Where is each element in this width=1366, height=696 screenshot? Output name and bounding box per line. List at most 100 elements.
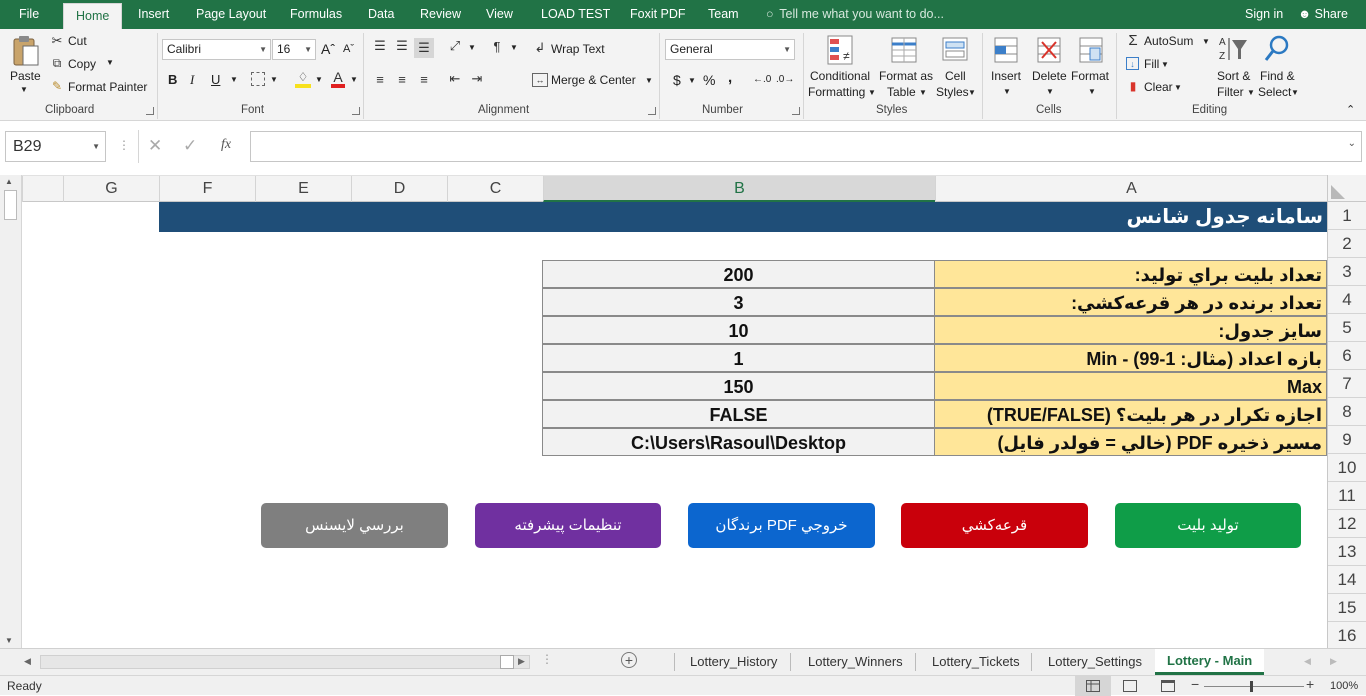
row-header[interactable]: 16 <box>1328 622 1366 650</box>
horizontal-scroll-thumb[interactable] <box>500 655 514 669</box>
currency-button[interactable]: $ <box>673 72 681 88</box>
tab-view[interactable]: View <box>486 0 513 29</box>
format-as-table-dropdown-icon[interactable]: ▼ <box>919 88 927 97</box>
scroll-right-icon[interactable]: ▶ <box>518 656 525 667</box>
number-format-select[interactable]: General ▼ <box>665 39 795 60</box>
format-painter-button[interactable]: Format Painter <box>68 80 147 94</box>
param-value[interactable]: C:\Users\Rasoul\Desktop <box>542 428 935 456</box>
text-direction-icon[interactable]: ¶ <box>489 38 505 54</box>
copy-dropdown-icon[interactable]: ▼ <box>106 58 114 67</box>
draw-lottery-button[interactable]: قرعه‌كشي <box>901 503 1088 548</box>
sort-filter-button[interactable]: Sort & <box>1217 69 1250 83</box>
zoom-slider[interactable] <box>1204 686 1304 687</box>
sort-filter-dropdown-icon[interactable]: ▼ <box>1247 88 1255 97</box>
row-header[interactable]: 4 <box>1328 286 1366 314</box>
decrease-decimal-icon[interactable]: .0→ <box>776 74 794 85</box>
decrease-font-icon[interactable]: Aˇ <box>343 43 354 55</box>
collapse-ribbon-icon[interactable]: ⌃ <box>1346 103 1355 116</box>
param-value[interactable]: 10 <box>542 316 935 344</box>
column-header-blank[interactable] <box>22 176 63 202</box>
number-launcher-icon[interactable] <box>792 107 800 115</box>
align-middle-icon[interactable]: ☰ <box>394 38 410 54</box>
param-label[interactable]: بازه اعداد (مثال: 1-99) - Min <box>934 344 1327 372</box>
tab-team[interactable]: Team <box>708 0 739 29</box>
param-value[interactable]: FALSE <box>542 400 935 428</box>
clipboard-launcher-icon[interactable] <box>146 107 154 115</box>
scroll-up-icon[interactable]: ▲ <box>5 177 13 186</box>
merge-center-dropdown-icon[interactable]: ▼ <box>645 76 653 85</box>
param-value[interactable]: 1 <box>542 344 935 372</box>
scroll-left-icon[interactable]: ◀ <box>24 656 31 667</box>
tab-insert[interactable]: Insert <box>138 0 169 29</box>
comma-button[interactable]: , <box>728 69 732 86</box>
format-cells-dropdown-icon[interactable]: ▼ <box>1088 87 1096 96</box>
tabs-split-grip-icon[interactable]: ⋮ <box>541 652 553 666</box>
column-header-d[interactable]: D <box>351 176 447 202</box>
name-box-dropdown-icon[interactable]: ▼ <box>92 132 100 161</box>
expand-formula-bar-icon[interactable]: ⌄ <box>1348 138 1356 149</box>
cell-styles-button[interactable]: Cell <box>945 69 966 83</box>
row-header[interactable]: 15 <box>1328 594 1366 622</box>
borders-dropdown-icon[interactable]: ▼ <box>270 75 278 84</box>
fill-dropdown-icon[interactable]: ▼ <box>1161 60 1169 69</box>
worksheet-grid[interactable]: سامانه جدول شانس تعداد بليت براي توليد: 2… <box>22 202 1327 648</box>
find-select-dropdown-icon[interactable]: ▼ <box>1291 88 1299 97</box>
underline-dropdown-icon[interactable]: ▼ <box>230 75 238 84</box>
formula-input[interactable]: ⌄ <box>250 131 1362 162</box>
tab-home[interactable]: Home <box>63 3 123 29</box>
file-tab[interactable]: File <box>19 0 39 29</box>
advanced-settings-button[interactable]: تنظيمات پيشرفته <box>475 503 661 548</box>
row-header[interactable]: 9 <box>1328 426 1366 454</box>
clear-button[interactable]: Clear <box>1144 80 1173 94</box>
alignment-launcher-icon[interactable] <box>648 107 656 115</box>
align-right-icon[interactable]: ≡ <box>416 71 432 87</box>
column-header-c[interactable]: C <box>447 176 543 202</box>
align-bottom-icon[interactable]: ☰ <box>414 38 434 58</box>
tab-page-layout[interactable]: Page Layout <box>196 0 266 29</box>
align-top-icon[interactable]: ☰ <box>372 38 388 54</box>
row-header[interactable]: 10 <box>1328 454 1366 482</box>
param-label[interactable]: اجازه تكرار در هر بليت؟ (TRUE/FALSE) <box>934 400 1327 428</box>
tab-foxit-pdf[interactable]: Foxit PDF <box>630 0 686 29</box>
delete-cells-dropdown-icon[interactable]: ▼ <box>1046 87 1054 96</box>
zoom-out-icon[interactable]: − <box>1191 676 1199 692</box>
param-value[interactable]: 3 <box>542 288 935 316</box>
align-center-icon[interactable]: ≡ <box>394 71 410 87</box>
fill-color-dropdown-icon[interactable]: ▼ <box>315 75 323 84</box>
param-label[interactable]: Max <box>934 372 1327 400</box>
new-sheet-icon[interactable]: + <box>621 652 637 668</box>
param-value[interactable]: 200 <box>542 260 935 288</box>
column-header-e[interactable]: E <box>255 176 351 202</box>
currency-dropdown-icon[interactable]: ▼ <box>688 76 696 85</box>
insert-cells-dropdown-icon[interactable]: ▼ <box>1003 87 1011 96</box>
percent-button[interactable]: % <box>703 72 715 88</box>
paste-icon[interactable] <box>10 33 42 69</box>
tab-load-test[interactable]: LOAD TEST <box>541 0 610 29</box>
tell-me-search[interactable]: ○ Tell me what you want to do... <box>766 0 944 29</box>
sheet-tab-history[interactable]: Lottery_History <box>690 649 777 675</box>
cancel-entry-icon[interactable]: ✕ <box>148 136 162 156</box>
param-label[interactable]: تعداد بليت براي توليد: <box>934 260 1327 288</box>
column-header-b[interactable]: B <box>543 176 935 202</box>
bold-button[interactable]: B <box>168 72 177 87</box>
conditional-formatting-button[interactable]: Conditional <box>810 69 870 83</box>
normal-view-icon[interactable] <box>1075 676 1111 696</box>
autosum-dropdown-icon[interactable]: ▼ <box>1202 37 1210 46</box>
orientation-icon[interactable]: ⤢ <box>447 38 463 54</box>
decrease-indent-icon[interactable]: ⇤ <box>447 71 463 87</box>
wrap-text-button[interactable]: Wrap Text <box>551 42 605 56</box>
text-direction-dropdown-icon[interactable]: ▼ <box>510 43 518 52</box>
row-header[interactable]: 13 <box>1328 538 1366 566</box>
paste-button[interactable]: Paste <box>10 69 41 83</box>
check-license-button[interactable]: بررسي لايسنس <box>261 503 448 548</box>
share-button[interactable]: ☻ Share <box>1298 0 1348 29</box>
scroll-down-icon[interactable]: ▼ <box>5 636 13 645</box>
column-header-g[interactable]: G <box>63 176 159 202</box>
zoom-in-icon[interactable]: + <box>1306 676 1314 692</box>
find-select-button[interactable]: Find & <box>1260 69 1295 83</box>
page-break-view-icon[interactable] <box>1161 680 1175 692</box>
row-header[interactable]: 6 <box>1328 342 1366 370</box>
zoom-slider-thumb[interactable] <box>1250 681 1253 692</box>
fill-color-icon[interactable]: ♢ <box>295 70 311 88</box>
row-header[interactable]: 2 <box>1328 230 1366 258</box>
